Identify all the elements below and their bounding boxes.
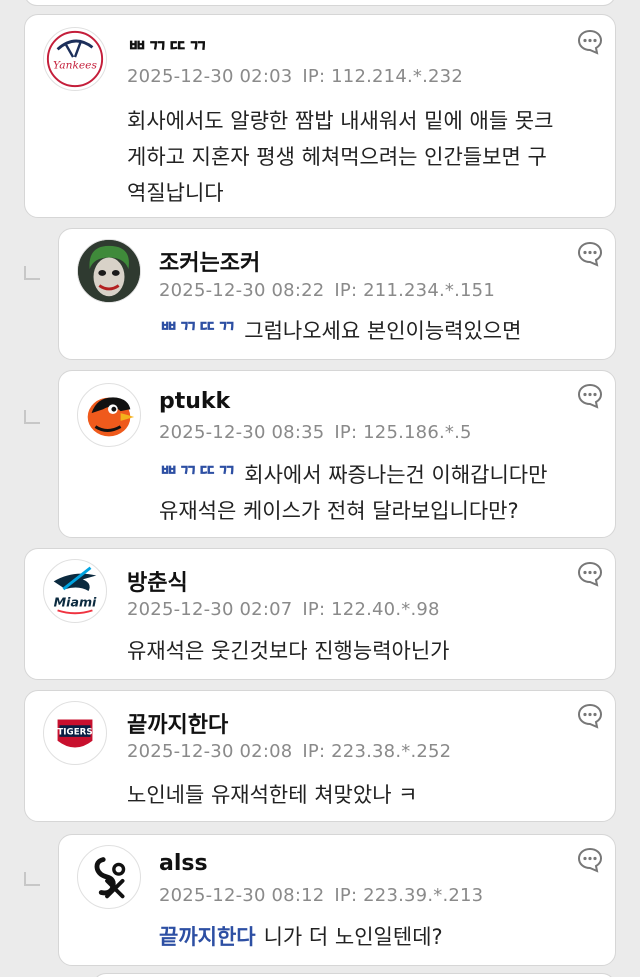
tigers-logo-icon: TIGERS bbox=[44, 702, 106, 764]
comment-author[interactable]: alss bbox=[159, 851, 208, 876]
tigers-logo-text: TIGERS bbox=[57, 727, 92, 737]
comment-menu-icon[interactable] bbox=[577, 703, 603, 729]
comment-date: 2025-12-30 08:22 bbox=[159, 280, 325, 301]
comment-line: 역질납니다 bbox=[127, 181, 224, 205]
comment-line: 유재석은 웃긴것보다 진행능력아닌가 bbox=[127, 639, 450, 663]
comment-meta: 2025-12-30 08:35 IP: 125.186.*.5 bbox=[159, 422, 472, 443]
reply-indicator-icon bbox=[24, 410, 40, 424]
comment-body: 노인네들 유재석한테 쳐맞았나 ㅋ bbox=[127, 777, 418, 813]
comment-body: ᄈᄁᄄᄁ 그럼나오세요 본인이능력있으면 bbox=[159, 313, 521, 349]
comment-line: 끝까지한다 니가 더 노인일텐데? bbox=[159, 919, 443, 955]
mention-link[interactable]: ᄈᄁᄄᄁ bbox=[159, 463, 236, 487]
comment-body: ᄈᄁᄄᄁ 회사에서 짜증나는건 이해갑니다만 유재석은 케이스가 전혀 달라보입니… bbox=[159, 457, 547, 529]
comment-text: 니가 더 노인일텐데? bbox=[263, 925, 443, 949]
orioles-logo-avatar[interactable] bbox=[77, 383, 141, 447]
comment-menu-icon[interactable] bbox=[577, 29, 603, 55]
comment-line: ᄈᄁᄄᄁ 그럼나오세요 본인이능력있으면 bbox=[159, 313, 521, 349]
comment-menu-icon[interactable] bbox=[577, 383, 603, 409]
comment-menu-icon[interactable] bbox=[577, 241, 603, 267]
reply-indicator-icon bbox=[24, 266, 40, 280]
joker-avatar[interactable] bbox=[77, 239, 141, 303]
comment-author[interactable]: 방춘식 bbox=[127, 565, 188, 597]
comment-menu-icon[interactable] bbox=[577, 561, 603, 587]
joker-avatar-icon bbox=[78, 240, 140, 302]
comment-card-partial bbox=[24, 0, 616, 6]
comment-ip: IP: 122.40.*.98 bbox=[302, 599, 440, 620]
comment-date: 2025-12-30 08:35 bbox=[159, 422, 325, 443]
comment-line: 회사에서도 알량한 짬밥 내새워서 밑에 애들 못크 bbox=[127, 109, 554, 133]
comment-meta: 2025-12-30 08:22 IP: 211.234.*.151 bbox=[159, 280, 495, 301]
marlins-logo-avatar[interactable]: Miami bbox=[43, 559, 107, 623]
marlins-logo-icon: Miami bbox=[44, 560, 106, 622]
comment-meta: 2025-12-30 02:03 IP: 112.214.*.232 bbox=[127, 66, 463, 87]
mention-link[interactable]: ᄈᄁᄄᄁ bbox=[159, 319, 236, 343]
comment-body: 회사에서도 알량한 짬밥 내새워서 밑에 애들 못크 게하고 지혼자 평생 헤쳐… bbox=[127, 103, 553, 211]
comment-body: 유재석은 웃긴것보다 진행능력아닌가 bbox=[127, 633, 449, 669]
comment-author[interactable]: 조커는조커 bbox=[159, 245, 260, 277]
reply-indicator-icon bbox=[24, 872, 40, 886]
orioles-logo-icon bbox=[78, 384, 140, 446]
comment-ip: IP: 211.234.*.151 bbox=[334, 280, 495, 301]
comment-author[interactable]: 끝까지한다 bbox=[127, 707, 228, 739]
marlins-logo-text: Miami bbox=[54, 595, 97, 610]
comment-text: 회사에서 짜증나는건 이해갑니다만 bbox=[244, 463, 548, 487]
reply-card: 조커는조커 2025-12-30 08:22 IP: 211.234.*.151 … bbox=[58, 228, 616, 360]
comment-author[interactable]: ᄈᄁᄄᄁ bbox=[127, 33, 208, 65]
reply-card: ptukk 2025-12-30 08:35 IP: 125.186.*.5 ᄈᄁ… bbox=[58, 370, 616, 538]
comment-date: 2025-12-30 02:07 bbox=[127, 599, 293, 620]
comment-date: 2025-12-30 08:12 bbox=[159, 885, 325, 906]
comment-ip: IP: 223.38.*.252 bbox=[302, 741, 452, 762]
comment-text: 그럼나오세요 본인이능력있으면 bbox=[244, 319, 522, 343]
comment-ip: IP: 112.214.*.232 bbox=[302, 66, 463, 87]
whitesox-logo-avatar[interactable] bbox=[77, 845, 141, 909]
comment-card: TIGERS 끝까지한다 2025-12-30 02:08 IP: 223.38.… bbox=[24, 690, 616, 822]
comment-menu-icon[interactable] bbox=[577, 847, 603, 873]
yankees-logo-text: Yankees bbox=[53, 59, 97, 72]
comment-ip: IP: 125.186.*.5 bbox=[334, 422, 472, 443]
yankees-logo-icon: Yankees bbox=[44, 28, 106, 90]
comment-meta: 2025-12-30 02:08 IP: 223.38.*.252 bbox=[127, 741, 451, 762]
tigers-logo-avatar[interactable]: TIGERS bbox=[43, 701, 107, 765]
comment-line: 노인네들 유재석한테 쳐맞았나 ㅋ bbox=[127, 783, 418, 807]
comment-line: 유재석은 케이스가 전혀 달라보입니다만? bbox=[159, 499, 519, 523]
yankees-logo-avatar[interactable]: Yankees bbox=[43, 27, 107, 91]
mention-link[interactable]: 끝까지한다 bbox=[159, 925, 256, 949]
comment-date: 2025-12-30 02:03 bbox=[127, 66, 293, 87]
comment-line: ᄈᄁᄄᄁ 회사에서 짜증나는건 이해갑니다만 bbox=[159, 457, 547, 493]
comment-body: 끝까지한다 니가 더 노인일텐데? bbox=[159, 919, 443, 955]
comment-card-partial bbox=[92, 973, 616, 977]
comment-card: Yankees ᄈᄁᄄᄁ 2025-12-30 02:03 IP: 112.214… bbox=[24, 14, 616, 218]
comment-line: 게하고 지혼자 평생 헤쳐먹으려는 인간들보면 구 bbox=[127, 145, 547, 169]
reply-card: alss 2025-12-30 08:12 IP: 223.39.*.213 끝까… bbox=[58, 834, 616, 966]
comment-date: 2025-12-30 02:08 bbox=[127, 741, 293, 762]
comment-meta: 2025-12-30 02:07 IP: 122.40.*.98 bbox=[127, 599, 440, 620]
comment-card: Miami 방춘식 2025-12-30 02:07 IP: 122.40.*.9… bbox=[24, 548, 616, 680]
comment-author[interactable]: ptukk bbox=[159, 389, 230, 414]
comment-ip: IP: 223.39.*.213 bbox=[334, 885, 484, 906]
comment-meta: 2025-12-30 08:12 IP: 223.39.*.213 bbox=[159, 885, 483, 906]
whitesox-logo-icon bbox=[78, 846, 140, 908]
